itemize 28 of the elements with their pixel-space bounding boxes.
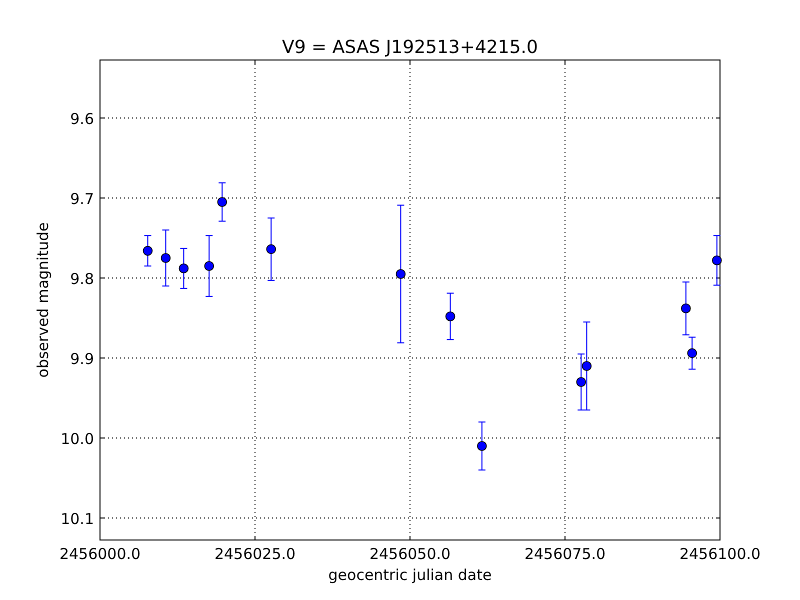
point	[712, 256, 722, 266]
x-axis-label: geocentric julian date	[328, 566, 492, 584]
point	[582, 361, 592, 371]
tick-label: 9.9	[70, 350, 94, 368]
tick-label: 10.1	[60, 510, 94, 528]
tick-label: 2456075.0	[524, 545, 606, 563]
tick-label: 10.0	[60, 430, 94, 448]
tick-label: 2456025.0	[214, 545, 296, 563]
tick-label: 2456100.0	[679, 545, 761, 563]
point	[576, 377, 586, 387]
tick-label: 9.7	[70, 190, 94, 208]
tick-label: 2456050.0	[369, 545, 451, 563]
tick-label: 2456000.0	[59, 545, 141, 563]
tick-label: 9.6	[70, 110, 94, 128]
point	[178, 264, 189, 274]
point	[160, 253, 171, 263]
point	[204, 261, 214, 271]
tick-label: 9.8	[70, 270, 94, 288]
point	[445, 312, 456, 322]
point	[142, 246, 153, 256]
point	[396, 269, 406, 279]
point	[217, 197, 228, 207]
point	[477, 441, 487, 451]
point	[687, 348, 697, 358]
point	[681, 304, 691, 314]
chart-title: V9 = ASAS J192513+4215.0	[282, 37, 538, 58]
point	[266, 244, 276, 254]
y-axis-label: observed magnitude	[34, 222, 52, 378]
